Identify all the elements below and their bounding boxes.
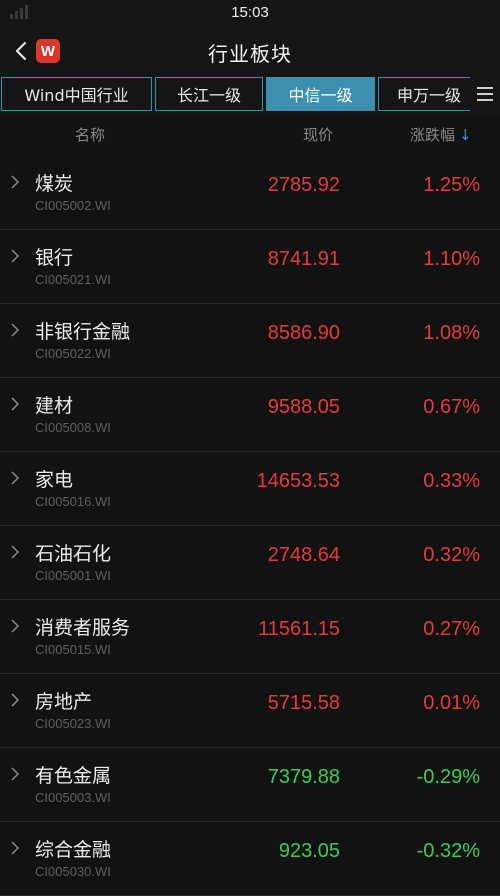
change-percent: 0.67% [423,396,480,418]
current-price: 2785.92 [267,174,340,196]
industry-code: CI005016.WI [35,494,111,509]
chevron-right-icon [11,322,20,341]
list-item[interactable]: 家电 CI005016.WI 14653.53 0.33% [0,452,500,526]
industry-name: 银行 [35,247,74,269]
industry-code: CI005015.WI [35,642,111,657]
change-percent: 0.32% [423,544,480,566]
chevron-right-icon [11,470,20,489]
menu-icon[interactable] [470,77,500,111]
current-price: 9588.05 [267,396,340,418]
list-item[interactable]: 石油石化 CI005001.WI 2748.64 0.32% [0,526,500,600]
current-price: 7379.88 [267,766,340,788]
column-change-label: 涨跌幅 [410,126,456,144]
current-price: 11561.15 [258,618,340,640]
current-price: 14653.53 [256,470,340,492]
chevron-right-icon [11,396,20,415]
industry-code: CI005022.WI [35,346,111,361]
chevron-right-icon [11,248,20,267]
industry-name: 家电 [35,469,74,491]
industry-code: CI005023.WI [35,716,111,731]
chevron-right-icon [11,544,20,563]
list-item[interactable]: 消费者服务 CI005015.WI 11561.15 0.27% [0,600,500,674]
industry-code: CI005008.WI [35,420,111,435]
status-time: 15:03 [231,4,269,21]
change-percent: 1.25% [423,174,480,196]
industry-code: CI005002.WI [35,198,111,213]
industry-name: 有色金属 [35,765,112,787]
industry-name: 消费者服务 [35,617,131,639]
industry-name: 石油石化 [35,543,112,565]
change-percent: 1.08% [423,322,480,344]
tab-changjiang[interactable]: 长江一级 [155,77,263,111]
industry-name: 建材 [35,395,74,417]
current-price: 5715.58 [267,692,340,714]
change-percent: 0.33% [423,470,480,492]
tab-citic[interactable]: 中信一级 [266,77,375,111]
industry-code: CI005003.WI [35,790,111,805]
column-change-header[interactable]: 涨跌幅 ↓ [410,124,472,145]
current-price: 2748.64 [267,544,340,566]
sort-desc-icon: ↓ [459,125,472,144]
industry-name: 非银行金融 [35,321,131,343]
column-price-header[interactable]: 现价 [303,124,333,145]
industry-code: CI005021.WI [35,272,111,287]
industry-code: CI005001.WI [35,568,111,583]
list-item[interactable]: 非银行金融 CI005022.WI 8586.90 1.08% [0,304,500,378]
tab-bar: Wind中国行业 长江一级 中信一级 申万一级 [0,76,500,116]
current-price: 923.05 [278,840,340,862]
column-name-header[interactable]: 名称 [75,124,105,145]
list-item[interactable]: 建材 CI005008.WI 9588.05 0.67% [0,378,500,452]
list-item[interactable]: 银行 CI005021.WI 8741.91 1.10% [0,230,500,304]
industry-name: 煤炭 [35,173,74,195]
current-price: 8586.90 [267,322,340,344]
tab-wind[interactable]: Wind中国行业 [1,77,152,111]
page-title: 行业板块 [208,42,292,66]
chevron-right-icon [11,692,20,711]
chevron-right-icon [11,174,20,193]
list-item[interactable]: 综合金融 CI005030.WI 923.05 -0.32% [0,822,500,896]
change-percent: 0.01% [423,692,480,714]
chevron-right-icon [11,840,20,859]
change-percent: 0.27% [423,618,480,640]
chevron-right-icon [11,618,20,637]
list-item[interactable]: 有色金属 CI005003.WI 7379.88 -0.29% [0,748,500,822]
nav-bar: W 行业板块 [0,26,500,76]
chevron-right-icon [11,766,20,785]
industry-list: 煤炭 CI005002.WI 2785.92 1.25% 银行 CI005021.WI 87… [0,156,500,896]
column-header: 名称 现价 涨跌幅 ↓ [0,116,500,156]
industry-name: 综合金融 [35,839,112,861]
current-price: 8741.91 [267,248,340,270]
status-bar: 15:03 [0,0,500,26]
change-percent: -0.29% [416,766,480,788]
list-item[interactable]: 煤炭 CI005002.WI 2785.92 1.25% [0,156,500,230]
industry-name: 房地产 [35,691,93,713]
industry-code: CI005030.WI [35,864,111,879]
change-percent: -0.32% [416,840,480,862]
list-item[interactable]: 房地产 CI005023.WI 5715.58 0.01% [0,674,500,748]
change-percent: 1.10% [423,248,480,270]
